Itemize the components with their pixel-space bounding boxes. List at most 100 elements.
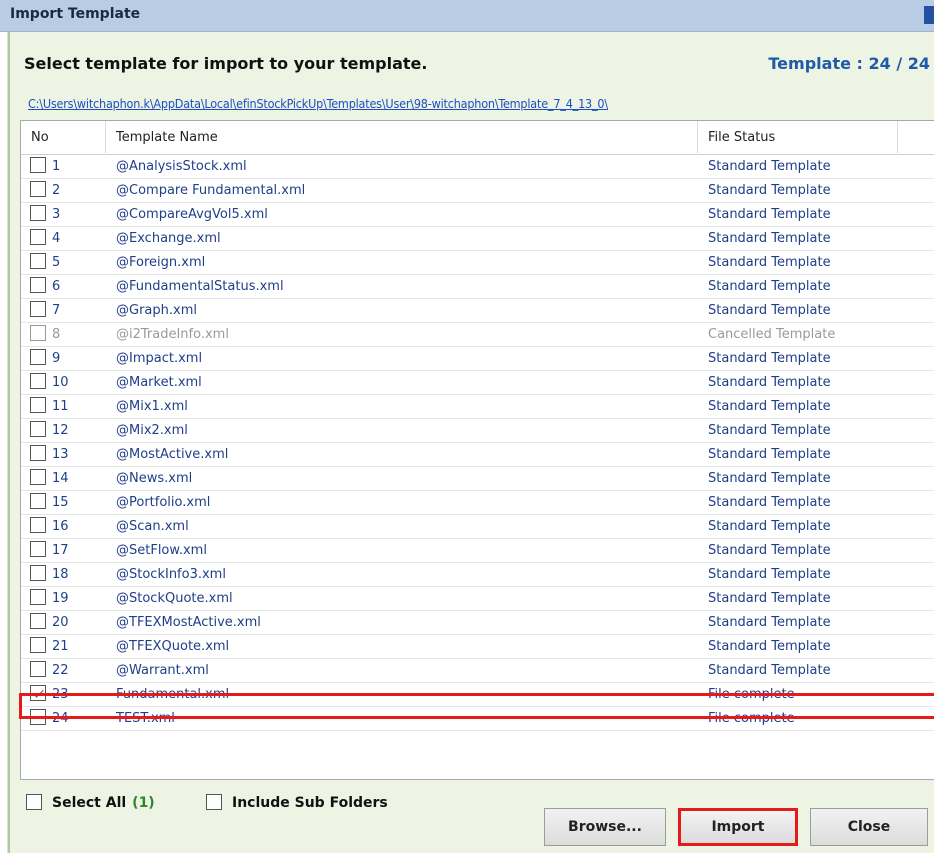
row-checkbox[interactable] — [30, 301, 46, 317]
table-row[interactable]: 9 @Impact.xml Standard Template — [21, 347, 934, 371]
table-row[interactable]: 3 @CompareAvgVol5.xml Standard Template — [21, 203, 934, 227]
include-subfolders-checkbox[interactable] — [206, 794, 222, 810]
table-row[interactable]: 21 @TFEXQuote.xml Standard Template — [21, 635, 934, 659]
row-checkbox[interactable] — [30, 661, 46, 677]
row-checkbox[interactable] — [30, 493, 46, 509]
template-name: @Portfolio.xml — [116, 495, 211, 510]
row-number: 21 — [52, 639, 69, 654]
table-row[interactable]: 18 @StockInfo3.xml Standard Template — [21, 563, 934, 587]
row-number: 9 — [52, 351, 61, 366]
file-status: File complete — [708, 687, 795, 702]
file-status: File complete — [708, 711, 795, 726]
row-number-cell: 22 — [21, 659, 106, 683]
table-row[interactable]: 22 @Warrant.xml Standard Template — [21, 659, 934, 683]
title-bar: Import Template — [0, 0, 934, 32]
row-checkbox[interactable] — [30, 349, 46, 365]
window-control-button[interactable] — [924, 6, 934, 24]
row-checkbox[interactable] — [30, 685, 46, 701]
table-row[interactable]: 24 TEST.xml File complete — [21, 707, 934, 731]
select-all-checkbox[interactable] — [26, 794, 42, 810]
template-name: Fundamental.xml — [116, 687, 230, 702]
table-row[interactable]: 20 @TFEXMostActive.xml Standard Template — [21, 611, 934, 635]
table-row[interactable]: 2 @Compare Fundamental.xml Standard Templa… — [21, 179, 934, 203]
row-number-cell: 13 — [21, 443, 106, 467]
file-status: Standard Template — [708, 279, 831, 294]
row-checkbox[interactable] — [30, 589, 46, 605]
row-number: 24 — [52, 711, 69, 726]
row-number-cell: 1 — [21, 155, 106, 179]
template-name: @StockInfo3.xml — [116, 567, 226, 582]
table-row[interactable]: 15 @Portfolio.xml Standard Template — [21, 491, 934, 515]
row-checkbox[interactable] — [30, 325, 46, 341]
template-name: @News.xml — [116, 471, 193, 486]
table-row[interactable]: 14 @News.xml Standard Template — [21, 467, 934, 491]
row-checkbox[interactable] — [30, 565, 46, 581]
table-row[interactable]: 6 @FundamentalStatus.xml Standard Template — [21, 275, 934, 299]
table-row[interactable]: 8 @i2TradeInfo.xml Cancelled Template — [21, 323, 934, 347]
row-number-cell: 5 — [21, 251, 106, 275]
file-status: Standard Template — [708, 519, 831, 534]
template-name: @SetFlow.xml — [116, 543, 207, 558]
table-row[interactable]: 1 @AnalysisStock.xml Standard Template — [21, 155, 934, 179]
template-path-link[interactable]: C:\Users\witchaphon.k\AppData\Local\efin… — [28, 96, 608, 111]
row-number: 11 — [52, 399, 69, 414]
template-name: @Foreign.xml — [116, 255, 206, 270]
row-number: 16 — [52, 519, 69, 534]
table-row[interactable]: 4 @Exchange.xml Standard Template — [21, 227, 934, 251]
include-subfolders-option[interactable]: Include Sub Folders — [206, 794, 388, 811]
table-row[interactable]: 7 @Graph.xml Standard Template — [21, 299, 934, 323]
row-number: 20 — [52, 615, 69, 630]
row-checkbox[interactable] — [30, 397, 46, 413]
template-name: @AnalysisStock.xml — [116, 159, 247, 174]
row-checkbox[interactable] — [30, 421, 46, 437]
table-row[interactable]: 16 @Scan.xml Standard Template — [21, 515, 934, 539]
row-checkbox[interactable] — [30, 373, 46, 389]
column-header-template-name[interactable]: Template Name — [106, 121, 698, 155]
template-name: @FundamentalStatus.xml — [116, 279, 284, 294]
table-row[interactable]: 10 @Market.xml Standard Template — [21, 371, 934, 395]
row-checkbox[interactable] — [30, 517, 46, 533]
table-row[interactable]: 13 @MostActive.xml Standard Template — [21, 443, 934, 467]
file-status: Standard Template — [708, 663, 831, 678]
row-number: 13 — [52, 447, 69, 462]
row-checkbox[interactable] — [30, 181, 46, 197]
row-number-cell: 2 — [21, 179, 106, 203]
row-checkbox[interactable] — [30, 157, 46, 173]
template-name: @TFEXMostActive.xml — [116, 615, 261, 630]
close-button[interactable]: Close — [810, 808, 928, 846]
import-button[interactable]: Import — [678, 808, 798, 846]
file-status: Standard Template — [708, 231, 831, 246]
row-number: 22 — [52, 663, 69, 678]
file-status: Standard Template — [708, 591, 831, 606]
table-row[interactable]: 17 @SetFlow.xml Standard Template — [21, 539, 934, 563]
row-checkbox[interactable] — [30, 205, 46, 221]
row-checkbox[interactable] — [30, 613, 46, 629]
table-row[interactable]: 12 @Mix2.xml Standard Template — [21, 419, 934, 443]
table-row[interactable]: 23 Fundamental.xml File complete — [21, 683, 934, 707]
file-status: Standard Template — [708, 639, 831, 654]
dialog-footer: Select All (1) Include Sub Folders Browse… — [10, 792, 934, 853]
row-checkbox[interactable] — [30, 253, 46, 269]
file-status: Standard Template — [708, 567, 831, 582]
row-number-cell: 18 — [21, 563, 106, 587]
row-checkbox[interactable] — [30, 469, 46, 485]
table-row[interactable]: 5 @Foreign.xml Standard Template — [21, 251, 934, 275]
column-header-file-status[interactable]: File Status — [698, 121, 898, 155]
row-number-cell: 20 — [21, 611, 106, 635]
table-row[interactable]: 11 @Mix1.xml Standard Template — [21, 395, 934, 419]
row-checkbox[interactable] — [30, 709, 46, 725]
browse-button[interactable]: Browse... — [544, 808, 666, 846]
column-header-no[interactable]: No — [21, 121, 106, 155]
row-number-cell: 19 — [21, 587, 106, 611]
row-checkbox[interactable] — [30, 541, 46, 557]
row-checkbox[interactable] — [30, 277, 46, 293]
row-checkbox[interactable] — [30, 229, 46, 245]
table-row[interactable]: 19 @StockQuote.xml Standard Template — [21, 587, 934, 611]
row-number: 17 — [52, 543, 69, 558]
file-status: Standard Template — [708, 351, 831, 366]
grid-header: No Template Name File Status — [21, 121, 934, 155]
row-number-cell: 4 — [21, 227, 106, 251]
row-checkbox[interactable] — [30, 637, 46, 653]
select-all-option[interactable]: Select All (1) — [26, 794, 155, 811]
row-checkbox[interactable] — [30, 445, 46, 461]
